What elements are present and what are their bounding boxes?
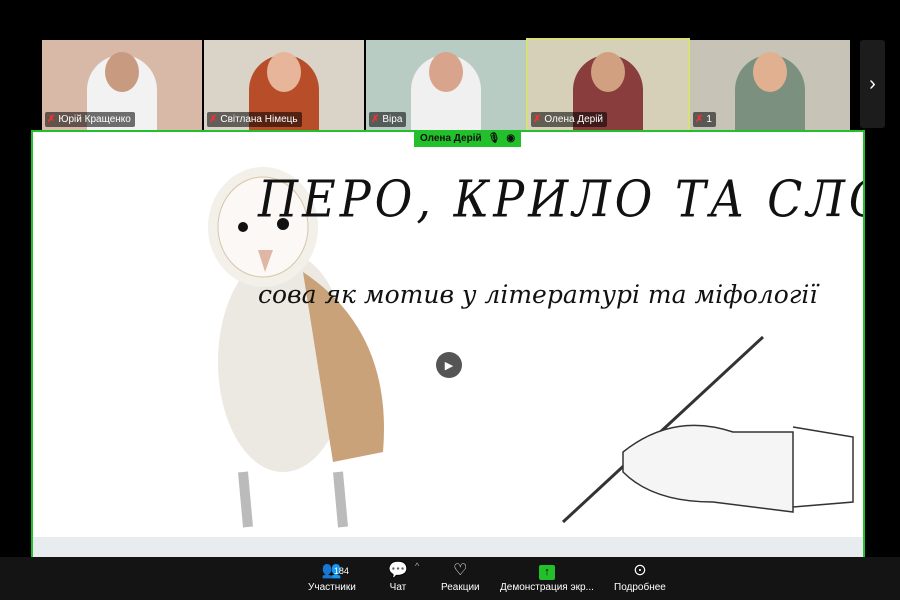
muted-mic-icon: ✗ bbox=[209, 114, 218, 125]
active-speaker-label: Олена Дерій 🎙 ◉ bbox=[414, 130, 522, 147]
muted-mic-icon: ✗ bbox=[533, 114, 542, 125]
participant-name-label: ✗ Юрій Кращенко bbox=[45, 112, 135, 127]
share-screen-button[interactable]: ↑ Демонстрация экр... bbox=[500, 560, 594, 593]
record-icon: ◉ bbox=[506, 133, 516, 144]
participant-tile[interactable]: ✗ Олена Дерій bbox=[526, 38, 690, 132]
play-button[interactable]: ▶ bbox=[436, 352, 462, 378]
participant-head bbox=[753, 52, 787, 92]
share-screen-label: Демонстрация экр... bbox=[500, 582, 594, 593]
muted-mic-icon: ✗ bbox=[371, 114, 380, 125]
share-screen-icon: ↑ bbox=[538, 560, 555, 582]
shared-screen: ПЕРО, КРИЛО ТА СЛОВО сова як мотив у літ… bbox=[31, 130, 865, 559]
participant-name: Олена Дерій bbox=[544, 114, 604, 125]
participant-count: 184 bbox=[333, 566, 349, 576]
participant-name-label: ✗ 1 bbox=[693, 112, 716, 127]
meeting-toolbar: 👥 184 Участники 💬 Чат ^ ♡ Реакции ↑ Демон… bbox=[0, 557, 900, 600]
participant-name: 1 bbox=[706, 114, 712, 125]
chat-icon: 💬 bbox=[388, 562, 408, 579]
participant-head bbox=[591, 52, 625, 92]
slide-title: ПЕРО, КРИЛО ТА СЛОВО bbox=[258, 169, 863, 229]
reactions-label: Реакции bbox=[441, 582, 480, 593]
participant-name: Віра bbox=[382, 114, 403, 125]
participant-name: Юрій Кращенко bbox=[58, 114, 131, 125]
participant-head bbox=[105, 52, 139, 92]
participant-name-label: ✗ Віра bbox=[369, 112, 407, 127]
participant-tile[interactable]: ✗ Юрій Кращенко bbox=[42, 40, 202, 130]
participants-icon: 👥 184 bbox=[322, 560, 349, 582]
muted-mic-icon: ✗ bbox=[47, 114, 56, 125]
more-button[interactable]: ⊙ Подробнее bbox=[614, 560, 666, 593]
chat-options-caret-icon[interactable]: ^ bbox=[415, 561, 419, 571]
participant-tile[interactable]: ✗ 1 bbox=[690, 40, 850, 130]
participant-tile[interactable]: ✗ Віра bbox=[366, 40, 526, 130]
more-icon: ⊙ bbox=[633, 562, 647, 579]
participants-label: Участники bbox=[308, 582, 356, 593]
participant-head bbox=[267, 52, 301, 92]
microphone-icon: 🎙 bbox=[487, 133, 501, 144]
participant-name-label: ✗ Світлана Німець bbox=[207, 112, 302, 127]
participant-head bbox=[429, 52, 463, 92]
reactions-button[interactable]: ♡ Реакции bbox=[441, 560, 480, 593]
participant-name-label: ✗ Олена Дерій bbox=[531, 112, 608, 127]
chat-label: Чат bbox=[389, 582, 407, 593]
slide-subtitle: сова як мотив у літературі та міфології bbox=[258, 280, 818, 309]
next-page-chevron-icon[interactable]: › bbox=[860, 40, 885, 128]
heart-icon: ♡ bbox=[453, 562, 468, 579]
chat-button[interactable]: 💬 Чат bbox=[388, 560, 408, 593]
speaker-name: Олена Дерій bbox=[420, 133, 482, 144]
muted-mic-icon: ✗ bbox=[695, 114, 704, 125]
participant-tile[interactable]: ✗ Світлана Німець bbox=[204, 40, 364, 130]
more-label: Подробнее bbox=[614, 582, 666, 593]
participants-button[interactable]: 👥 184 Участники bbox=[308, 560, 356, 593]
participant-name: Світлана Німець bbox=[220, 114, 298, 125]
